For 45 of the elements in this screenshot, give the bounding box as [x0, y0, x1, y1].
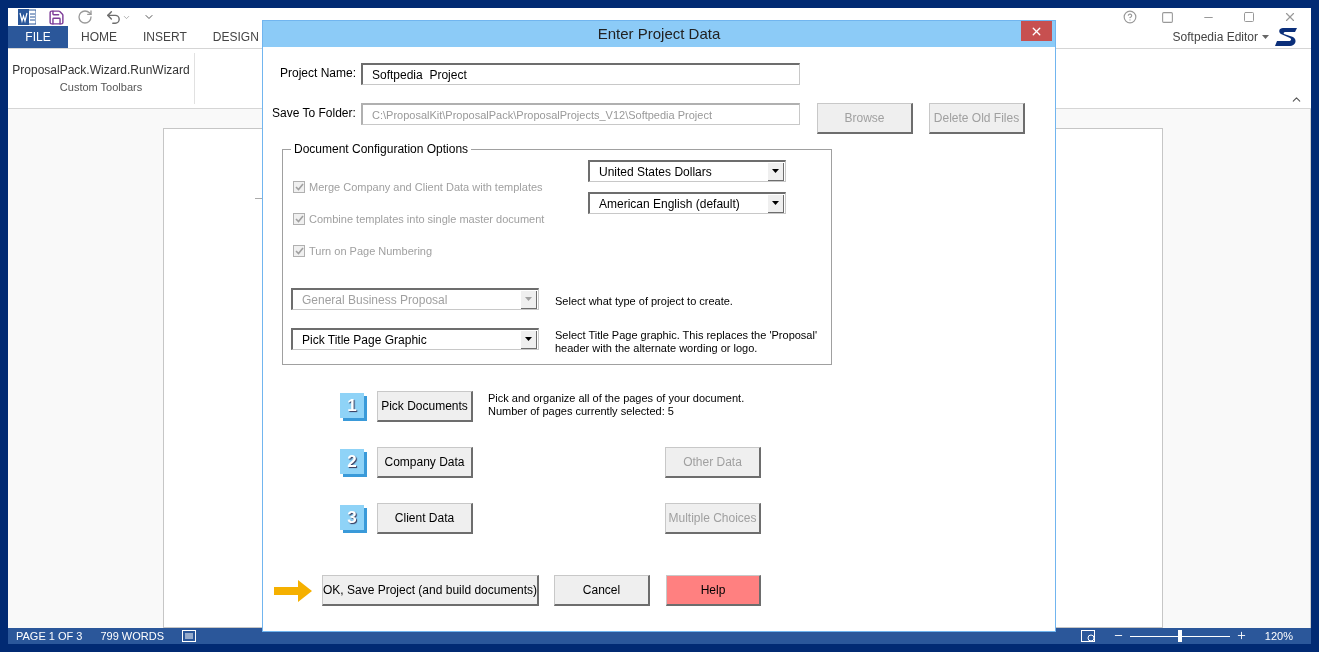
- close-icon[interactable]: [1283, 10, 1297, 24]
- ribbon-display-icon[interactable]: [1161, 10, 1174, 24]
- word-count[interactable]: 799 WORDS: [100, 627, 164, 644]
- ribbon-group-label: Custom Toolbars: [59, 80, 143, 95]
- maximize-icon[interactable]: [1243, 11, 1255, 23]
- ribbon-tab[interactable]: FILE: [8, 26, 68, 48]
- step-number: 1: [340, 393, 364, 418]
- zoom-in-icon[interactable]: [1235, 630, 1247, 642]
- group-title: Document Configuration Options: [291, 142, 472, 156]
- checkbox-label: Merge Company and Client Data with templates: [309, 179, 543, 195]
- hint-text: Select Title Page graphic. This replaces the 'Proposal' header with the alternate wording or logo.: [555, 328, 818, 355]
- input-field[interactable]: Softpedia Project: [361, 63, 800, 85]
- dialog-button[interactable]: Company Data: [377, 447, 473, 478]
- dropdown[interactable]: Pick Title Page Graphic: [291, 328, 539, 350]
- help-button[interactable]: Help: [666, 575, 761, 606]
- dropdown[interactable]: United States Dollars: [588, 160, 786, 182]
- close-button[interactable]: [1021, 21, 1052, 41]
- hint-text: Select what type of project to create.: [555, 294, 733, 308]
- dialog-button[interactable]: OK, Save Project (and build documents): [322, 575, 539, 606]
- step-number: 2: [340, 449, 364, 474]
- caret-icon[interactable]: [1262, 35, 1269, 39]
- zoom-slider[interactable]: [1127, 629, 1232, 642]
- zoom-percent[interactable]: 120%: [1264, 627, 1293, 644]
- redo-icon[interactable]: [77, 9, 93, 25]
- checkbox-label: Turn on Page Numbering: [309, 243, 433, 259]
- dialog-button[interactable]: Cancel: [554, 575, 650, 606]
- field-label: Save To Folder:: [272, 105, 357, 122]
- undo-icon[interactable]: [105, 8, 131, 26]
- step-note: Pick and organize all of the pages of your document. Number of pages currently selected: 5: [488, 392, 745, 418]
- logo-icon: [1275, 26, 1299, 48]
- dialog-title: Enter Project Data: [597, 23, 721, 44]
- field-label: Project Name:: [279, 65, 358, 82]
- arrow-icon: [274, 579, 312, 602]
- dialog-button[interactable]: Client Data: [377, 503, 473, 534]
- help-icon[interactable]: [1123, 10, 1137, 24]
- step-number: 3: [340, 505, 364, 530]
- page-count[interactable]: PAGE 1 OF 3: [16, 627, 83, 644]
- checkbox-label: Combine templates into single master document: [309, 211, 545, 227]
- account-menu[interactable]: Softpedia Editor: [1172, 26, 1275, 48]
- dialog-button[interactable]: Pick Documents: [377, 391, 473, 422]
- dropdown[interactable]: American English (default): [588, 192, 786, 214]
- save-icon[interactable]: [48, 8, 65, 26]
- ribbon-command[interactable]: ProposalPack.Wizard.RunWizard: [12, 61, 190, 79]
- zoom-slider-thumb[interactable]: [1177, 629, 1182, 642]
- word-logo-icon[interactable]: [18, 8, 36, 26]
